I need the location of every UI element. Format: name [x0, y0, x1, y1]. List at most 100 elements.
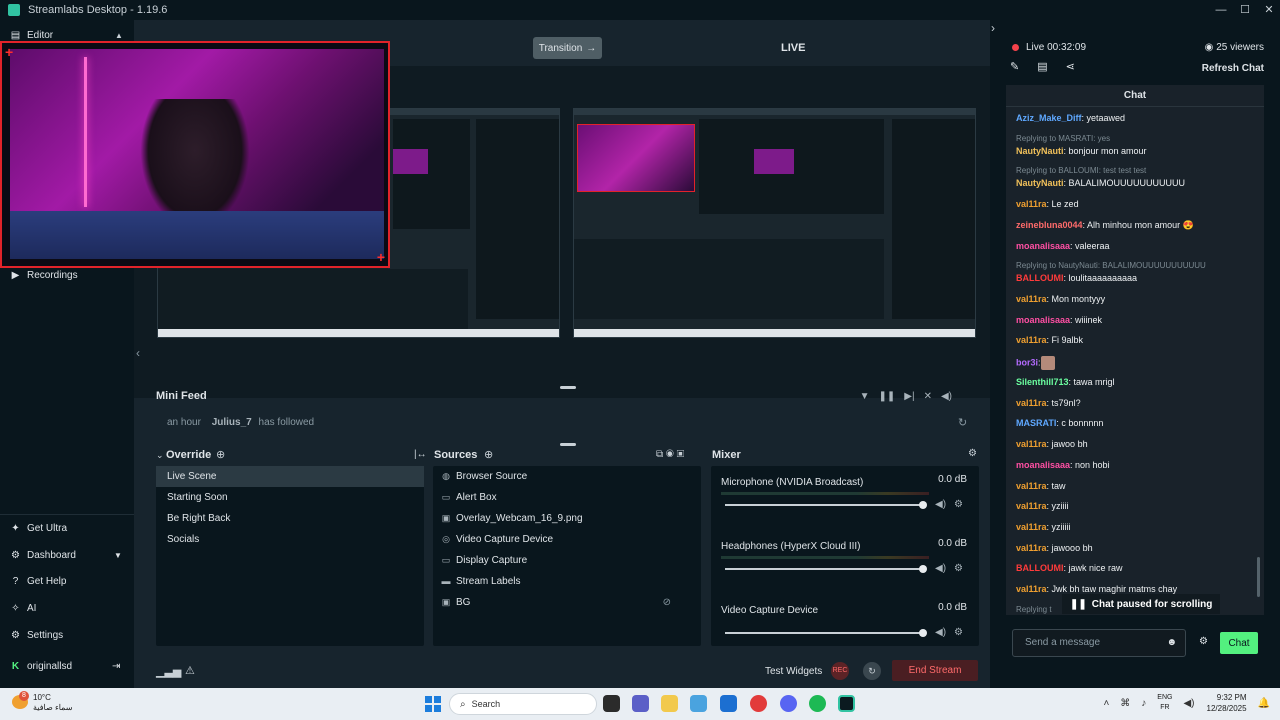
- chat-username[interactable]: MASRATI: [1016, 418, 1056, 428]
- chat-username[interactable]: val11ra: [1016, 501, 1047, 511]
- chat-paused-banner[interactable]: ❚❚ Chat paused for scrolling: [1062, 594, 1221, 614]
- gear-icon[interactable]: ⚙: [954, 627, 963, 638]
- resize-handle-icon[interactable]: +: [377, 250, 385, 264]
- chat-message[interactable]: val11ra: taw: [1016, 481, 1066, 491]
- volume-slider[interactable]: [725, 565, 927, 573]
- chevron-right-icon[interactable]: ›: [991, 21, 995, 35]
- chat-message[interactable]: val11ra: yziiiii: [1016, 522, 1071, 532]
- chat-message[interactable]: NautyNauti: bonjour mon amour: [1016, 146, 1147, 156]
- add-source-icon[interactable]: ⊕: [484, 448, 493, 461]
- sidebar-user[interactable]: K originallsd ⇥: [10, 661, 126, 672]
- chat-message[interactable]: Silenthill713: tawa mrigl: [1016, 377, 1115, 387]
- logout-icon[interactable]: ⇥: [112, 661, 120, 672]
- volume-icon[interactable]: ◀): [941, 391, 952, 402]
- refresh-icon[interactable]: ↻: [958, 416, 967, 429]
- opera-icon[interactable]: [750, 695, 767, 712]
- slider-knob[interactable]: [919, 501, 927, 509]
- volume-slider[interactable]: [725, 629, 927, 637]
- chat-username[interactable]: moanalisaaa: [1016, 241, 1070, 251]
- slider-knob[interactable]: [919, 629, 927, 637]
- chat-username[interactable]: val11ra: [1016, 335, 1047, 345]
- source-item[interactable]: ▣ Overlay_Webcam_16_9.png: [433, 508, 701, 529]
- notification-bell-icon[interactable]: 🔔: [1258, 698, 1270, 709]
- sidebar-item-dashboard[interactable]: ⚙ Dashboard ▼: [10, 550, 126, 561]
- hidden-eye-icon[interactable]: ⊘: [663, 592, 671, 613]
- refresh-chat-button[interactable]: Refresh Chat: [1202, 63, 1264, 74]
- replay-buffer-button[interactable]: ↻: [863, 662, 881, 680]
- chat-username[interactable]: val11ra: [1016, 398, 1047, 408]
- share-icon[interactable]: ⋖: [1066, 60, 1075, 73]
- chevron-down-icon[interactable]: ⌄: [156, 450, 164, 461]
- chat-message[interactable]: val11ra: Fi 9albk: [1016, 335, 1083, 345]
- weather-widget[interactable]: 10°C سماء صافية: [33, 693, 73, 713]
- chat-username[interactable]: BALLOUMI: [1016, 273, 1064, 283]
- chat-username[interactable]: Silenthill713: [1016, 377, 1069, 387]
- network-icon[interactable]: ⌘: [1120, 698, 1130, 709]
- chat-message[interactable]: val11ra: Mon montyyy: [1016, 294, 1105, 304]
- chat-message[interactable]: moanalisaaa: valeeraa: [1016, 241, 1110, 251]
- slider-knob[interactable]: [919, 565, 927, 573]
- chat-message[interactable]: moanalisaaa: wiiinek: [1016, 315, 1102, 325]
- chat-message[interactable]: MASRATI: c bonnnnn: [1016, 418, 1103, 428]
- copilot-icon[interactable]: [690, 695, 707, 712]
- end-stream-button[interactable]: End Stream: [892, 660, 978, 681]
- chevron-up-icon[interactable]: ▲: [115, 31, 123, 40]
- chat-username[interactable]: Aziz_Make_Diff: [1016, 113, 1082, 123]
- chat-message[interactable]: moanalisaaa: non hobi: [1016, 460, 1110, 470]
- add-scene-icon[interactable]: ⊕: [216, 448, 225, 461]
- volume-icon[interactable]: ◀): [935, 563, 946, 574]
- edit-icon[interactable]: ✎: [1010, 60, 1019, 73]
- chat-message[interactable]: val11ra: Jwk bh taw maghir matms chay: [1016, 584, 1177, 594]
- chat-username[interactable]: val11ra: [1016, 439, 1047, 449]
- chat-username[interactable]: moanalisaaa: [1016, 460, 1070, 470]
- emoji-icon[interactable]: ☻: [1166, 630, 1177, 656]
- scene-item[interactable]: Live Scene: [156, 466, 424, 487]
- chat-username[interactable]: NautyNauti: [1016, 178, 1064, 188]
- resize-handle-icon[interactable]: +: [5, 45, 13, 59]
- windows-start-icon[interactable]: [425, 696, 441, 712]
- chat-message[interactable]: val11ra: ts79nl?: [1016, 398, 1081, 408]
- record-button[interactable]: REC: [831, 662, 849, 680]
- webcam-source-selected[interactable]: + +: [0, 41, 390, 268]
- microphone-icon[interactable]: ♪: [1141, 698, 1146, 709]
- chat-message-input[interactable]: Send a message ☻: [1012, 629, 1186, 657]
- chat-username[interactable]: NautyNauti: [1016, 146, 1064, 156]
- chevron-up-icon[interactable]: ˄: [1103, 698, 1109, 709]
- chat-username[interactable]: val11ra: [1016, 199, 1047, 209]
- chat-message[interactable]: zeinebluna0044: Alh minhou mon amour 😍: [1016, 220, 1194, 231]
- sidebar-item-get-ultra[interactable]: ✦ Get Ultra: [10, 523, 67, 534]
- task-view-icon[interactable]: [603, 695, 620, 712]
- chat-username[interactable]: val11ra: [1016, 522, 1047, 532]
- pause-icon[interactable]: ❚❚: [879, 391, 896, 402]
- chat-username[interactable]: bor3i: [1016, 357, 1038, 367]
- chat-message[interactable]: BALLOUMI: loulitaaaaaaaaaa: [1016, 273, 1137, 283]
- chat-message[interactable]: val11ra: jawooo bh: [1016, 543, 1093, 553]
- spotify-icon[interactable]: [809, 695, 826, 712]
- chat-message[interactable]: NautyNauti: BALALIMOUUUUUUUUUUU: [1016, 178, 1185, 188]
- source-item[interactable]: ◍ Browser Source: [433, 466, 701, 487]
- chat-username[interactable]: BALLOUMI: [1016, 563, 1064, 573]
- test-widgets-button[interactable]: Test Widgets: [765, 666, 822, 677]
- chat-message[interactable]: BALLOUMI: jawk nice raw: [1016, 563, 1123, 573]
- volume-icon[interactable]: ◀): [935, 627, 946, 638]
- sidebar-item-ai[interactable]: ✧ AI: [10, 603, 36, 614]
- volume-slider[interactable]: [725, 501, 927, 509]
- chat-username[interactable]: zeinebluna0044: [1016, 220, 1083, 230]
- chat-scrollbar[interactable]: [1257, 557, 1260, 597]
- chat-username[interactable]: moanalisaaa: [1016, 315, 1070, 325]
- streamlabs-icon[interactable]: [838, 695, 855, 712]
- file-explorer-icon[interactable]: [661, 695, 678, 712]
- maximize-icon[interactable]: ☐: [1234, 0, 1256, 20]
- discord-icon[interactable]: [780, 695, 797, 712]
- scene-item[interactable]: Be Right Back: [156, 508, 424, 529]
- source-item[interactable]: ▭ Alert Box: [433, 487, 701, 508]
- source-tools-icon[interactable]: ⧉ ◉ ▣: [656, 449, 684, 460]
- gear-icon[interactable]: ⚙: [954, 563, 963, 574]
- popout-icon[interactable]: ▤: [1037, 60, 1047, 73]
- mute-alerts-icon[interactable]: ✕: [924, 391, 932, 402]
- minimize-icon[interactable]: —: [1210, 0, 1232, 20]
- language-indicator[interactable]: ENG FR: [1157, 693, 1172, 713]
- taskbar-search[interactable]: ⌕ Search: [449, 693, 597, 715]
- teams-icon[interactable]: [632, 695, 649, 712]
- gear-icon[interactable]: ⚙: [954, 499, 963, 510]
